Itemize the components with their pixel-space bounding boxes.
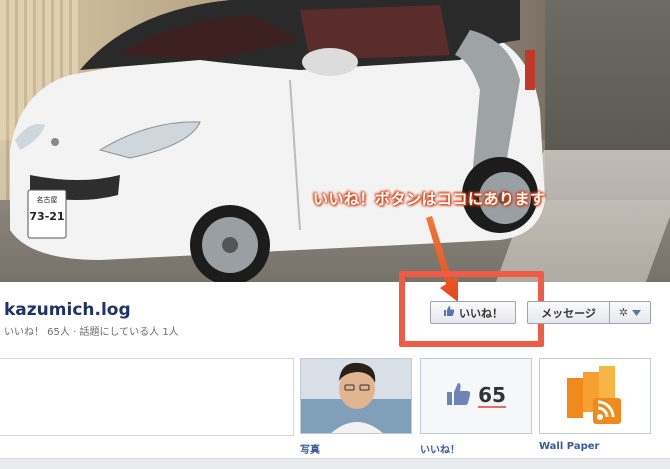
wallpaper-rss-icon [567, 366, 621, 424]
wallpaper-tile[interactable] [539, 358, 651, 434]
settings-dropdown-button[interactable]: ✲ [609, 301, 651, 324]
wallpaper-tile-label[interactable]: Wall Paper [539, 441, 599, 452]
thumbs-up-icon [446, 382, 472, 410]
likes-count: 65 [478, 383, 506, 408]
photos-tile-label[interactable]: 写真 [300, 441, 320, 456]
gear-icon: ✲ [618, 306, 629, 319]
like-button-label: いいね！ [459, 306, 503, 320]
plate-line1: 名古屋 [36, 196, 58, 204]
photos-tile[interactable] [300, 358, 412, 434]
message-button[interactable]: メッセージ [527, 301, 609, 324]
likes-tile[interactable]: 65 [420, 358, 532, 434]
likes-tile-label[interactable]: いいね！ [420, 441, 460, 456]
profile-photo [301, 359, 411, 433]
about-box [0, 358, 294, 436]
chevron-down-icon [632, 306, 642, 319]
car-image [10, 0, 545, 282]
thumbs-up-icon [443, 305, 455, 320]
page-title[interactable]: kazumich.log [4, 300, 131, 320]
cover-photo: 名古屋 73-21 [0, 0, 670, 282]
annotation-text: いいね！ボタンはココにあります [313, 190, 546, 208]
message-button-label: メッセージ [541, 306, 596, 320]
plate-number: 73-21 [29, 210, 65, 223]
page-stats: いいね！ 65人 · 話題にしている人 1人 [4, 327, 179, 338]
like-button[interactable]: いいね！ [430, 301, 516, 324]
bottom-divider [0, 458, 670, 469]
